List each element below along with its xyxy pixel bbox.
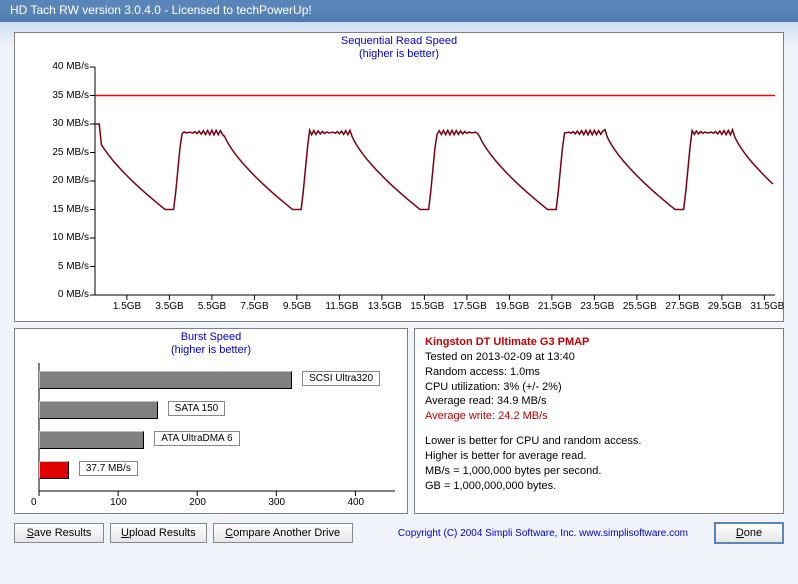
info-panel: Kingston DT Ultimate G3 PMAP Tested on 2… [414,328,784,514]
compare-label: ompare Another Drive [233,527,340,539]
burst-x-label: 400 [347,497,364,508]
seq-x-label: 19.5GB [495,301,529,312]
done-button[interactable]: Done [714,522,784,544]
burst-chart-title: Burst Speed (higher is better) [15,331,407,356]
burst-x-label: 200 [189,497,206,508]
burst-plot-area: SCSI Ultra320 SATA 150 ATA UltraDMA 6 37… [39,363,395,503]
note-3: MB/s = 1,000,000 bytes per second. [425,464,773,479]
burst-title-2: (higher is better) [171,344,251,356]
burst-x-label: 300 [268,497,285,508]
seq-x-label: 3.5GB [155,301,183,312]
seq-x-label: 21.5GB [538,301,572,312]
burst-bar-scsi [39,371,292,389]
save-label: ave Results [34,527,91,539]
seq-y-label: 35 MB/s [33,90,89,101]
random-access: Random access: 1.0ms [425,365,773,380]
burst-label-ata: ATA UltraDMA 6 [154,431,239,446]
seq-y-label: 25 MB/s [33,147,89,158]
sequential-read-panel: Sequential Read Speed (higher is better)… [14,32,784,322]
seq-x-label: 9.5GB [283,301,311,312]
seq-x-label: 31.5GB [750,301,784,312]
seq-x-label: 5.5GB [198,301,226,312]
window-title: HD Tach RW version 3.0.4.0 - Licensed to… [10,3,312,17]
seq-x-label: 15.5GB [410,301,444,312]
burst-label-sata: SATA 150 [168,401,226,416]
seq-title-1: Sequential Read Speed [341,35,457,47]
note-1: Lower is better for CPU and random acces… [425,434,773,449]
seq-y-label: 10 MB/s [33,232,89,243]
seq-y-label: 15 MB/s [33,204,89,215]
note-4: GB = 1,000,000,000 bytes. [425,479,773,494]
window-titlebar: HD Tach RW version 3.0.4.0 - Licensed to… [0,0,798,22]
seq-y-label: 5 MB/s [33,261,89,272]
seq-x-label: 13.5GB [368,301,402,312]
note-2: Higher is better for average read. [425,449,773,464]
seq-x-label: 17.5GB [453,301,487,312]
seq-chart-title: Sequential Read Speed (higher is better) [15,35,783,60]
seq-x-label: 27.5GB [665,301,699,312]
seq-y-label: 0 MB/s [33,289,89,300]
burst-bar-measured [39,461,69,479]
seq-plot-area [95,67,775,295]
burst-bar-sata [39,401,158,419]
burst-speed-panel: Burst Speed (higher is better) SCSI Ultr… [14,328,408,514]
burst-title-1: Burst Speed [181,331,242,343]
average-read: Average read: 34.9 MB/s [425,394,773,409]
burst-label-measured: 37.7 MB/s [79,461,138,476]
seq-x-label: 7.5GB [240,301,268,312]
burst-bar-ata [39,431,144,449]
copyright-text: Copyright (C) 2004 Simpli Software, Inc.… [398,528,688,539]
seq-y-label: 20 MB/s [33,175,89,186]
seq-x-label: 1.5GB [113,301,141,312]
save-results-button[interactable]: Save Results [14,523,104,543]
seq-y-label: 30 MB/s [33,118,89,129]
compare-drive-button[interactable]: Compare Another Drive [213,523,353,543]
cpu-utilization: CPU utilization: 3% (+/- 2%) [425,380,773,395]
seq-x-label: 29.5GB [708,301,742,312]
tested-on: Tested on 2013-02-09 at 13:40 [425,350,773,365]
seq-x-label: 23.5GB [580,301,614,312]
done-label: one [744,527,762,539]
device-name: Kingston DT Ultimate G3 PMAP [425,335,773,350]
average-write: Average write: 24.2 MB/s [425,409,773,424]
burst-x-label: 100 [110,497,127,508]
upload-results-button[interactable]: Upload Results [110,523,207,543]
upload-label: pload Results [129,527,196,539]
burst-label-scsi: SCSI Ultra320 [302,371,380,386]
seq-title-2: (higher is better) [359,48,439,60]
burst-x-label: 0 [31,497,37,508]
seq-x-label: 11.5GB [325,301,358,312]
seq-y-label: 40 MB/s [33,61,89,72]
seq-x-label: 25.5GB [623,301,657,312]
